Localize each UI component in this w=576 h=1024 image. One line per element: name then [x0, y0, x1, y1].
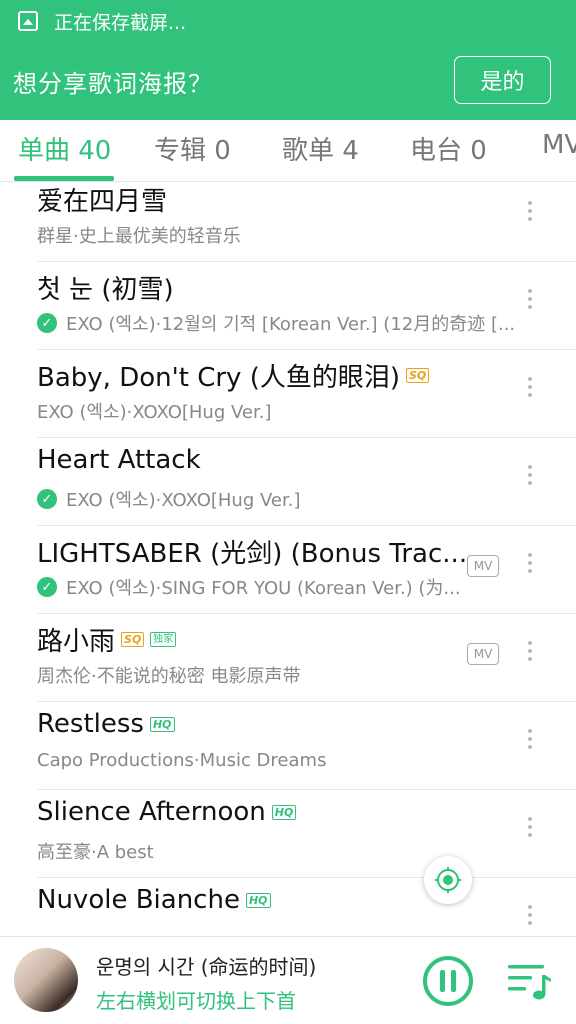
more-options-icon[interactable]	[524, 905, 536, 935]
more-options-icon[interactable]	[524, 729, 536, 759]
song-subtitle: 周杰伦·不能说的秘密 电影原声带	[37, 666, 301, 687]
tab-songs[interactable]: 单曲 40	[18, 130, 111, 167]
song-subtitle: EXO (엑소)·XOXO[Hug Ver.]	[37, 402, 272, 423]
more-options-icon[interactable]	[524, 553, 536, 583]
tab-mv[interactable]: MV	[542, 130, 576, 160]
status-text: 正在保存截屏...	[54, 11, 187, 34]
song-list[interactable]: 爱在四月雪 群星·史上最优美的轻音乐 첫 눈 (初雪) ✓ EXO (엑소)·12…	[0, 182, 576, 936]
song-subtitle: EXO (엑소)·SING FOR YOU (Korean Ver.) (为..…	[66, 578, 461, 599]
song-subtitle: 高至豪·A best	[37, 842, 154, 863]
downloaded-check-icon: ✓	[37, 489, 57, 509]
song-title: LIGHTSABER (光剑) (Bonus Trac...	[37, 539, 468, 569]
more-options-icon[interactable]	[524, 817, 536, 847]
status-bar: 正在保存截屏...	[0, 0, 576, 42]
song-title: 첫 눈 (初雪)	[37, 275, 174, 305]
pause-icon[interactable]	[422, 955, 474, 1007]
song-title: Nuvole Bianche	[37, 885, 240, 915]
song-title: Baby, Don't Cry (人鱼的眼泪)	[37, 363, 400, 393]
tab-bar: 单曲 40 专辑 0 歌单 4 电台 0 MV	[0, 120, 576, 182]
song-row[interactable]: LIGHTSABER (光剑) (Bonus Trac... ✓ EXO (엑소)…	[37, 526, 576, 614]
song-title: Slience Afternoon	[37, 797, 266, 827]
sq-badge: SQ	[121, 632, 145, 647]
song-subtitle: Capo Productions·Music Dreams	[37, 750, 327, 771]
song-title: 爱在四月雪	[37, 187, 168, 217]
active-tab-indicator	[14, 176, 114, 181]
more-options-icon[interactable]	[524, 641, 536, 671]
banner-text: 想分享歌词海报？	[13, 69, 213, 98]
song-title: Heart Attack	[37, 445, 201, 475]
song-row[interactable]: 첫 눈 (初雪) ✓ EXO (엑소)·12월의 기적 [Korean Ver.]…	[37, 262, 576, 350]
song-row[interactable]: 路小雨 SQ 独家 周杰伦·不能说的秘密 电影原声带 MV	[37, 614, 576, 702]
locate-icon	[435, 867, 461, 893]
now-playing-title: 운명의 시간 (命运的时间)	[96, 955, 317, 979]
more-options-icon[interactable]	[524, 465, 536, 495]
tab-playlists[interactable]: 歌单 4	[282, 130, 359, 167]
swipe-hint: 左右横划可切换上下首	[96, 989, 296, 1013]
hq-badge: HQ	[271, 804, 297, 820]
song-row[interactable]: Slience Afternoon HQ 高至豪·A best	[37, 790, 576, 878]
mv-icon[interactable]: MV	[467, 643, 499, 665]
tab-albums[interactable]: 专辑 0	[154, 130, 231, 167]
locate-playing-button[interactable]	[424, 856, 472, 904]
song-subtitle: EXO (엑소)·XOXO[Hug Ver.]	[66, 490, 301, 511]
more-options-icon[interactable]	[524, 377, 536, 407]
confirm-share-button[interactable]: 是的	[454, 56, 551, 104]
song-subtitle: EXO (엑소)·12월의 기적 [Korean Ver.] (12月的奇迹 […	[66, 314, 516, 335]
album-cover[interactable]	[14, 948, 78, 1012]
exclusive-badge: 独家	[150, 632, 177, 647]
sq-badge: SQ	[406, 368, 430, 383]
mini-player[interactable]: 운명의 시간 (命运的时间) 左右横划可切换上下首	[0, 936, 576, 1024]
song-row[interactable]: Nuvole Bianche HQ	[37, 878, 576, 936]
song-row[interactable]: Baby, Don't Cry (人鱼的眼泪) SQ EXO (엑소)·XOXO[…	[37, 350, 576, 438]
song-title: 路小雨	[37, 627, 116, 657]
share-banner: 想分享歌词海报？ 是的	[0, 42, 576, 120]
more-options-icon[interactable]	[524, 201, 536, 231]
song-row[interactable]: Restless HQ Capo Productions·Music Dreams	[37, 702, 576, 790]
hq-badge: HQ	[149, 716, 175, 732]
song-title: Restless	[37, 709, 144, 739]
downloaded-check-icon: ✓	[37, 577, 57, 597]
song-row[interactable]: 爱在四月雪 群星·史上最优美的轻音乐	[37, 182, 576, 262]
more-options-icon[interactable]	[524, 289, 536, 319]
tab-radio[interactable]: 电台 0	[410, 130, 487, 167]
playlist-queue-icon[interactable]	[506, 961, 552, 1001]
song-subtitle: 群星·史上最优美的轻音乐	[37, 226, 241, 247]
song-row[interactable]: Heart Attack ✓ EXO (엑소)·XOXO[Hug Ver.]	[37, 438, 576, 526]
mv-icon[interactable]: MV	[467, 555, 499, 577]
hq-badge: HQ	[245, 892, 271, 908]
downloaded-check-icon: ✓	[37, 313, 57, 333]
image-icon	[18, 11, 38, 31]
